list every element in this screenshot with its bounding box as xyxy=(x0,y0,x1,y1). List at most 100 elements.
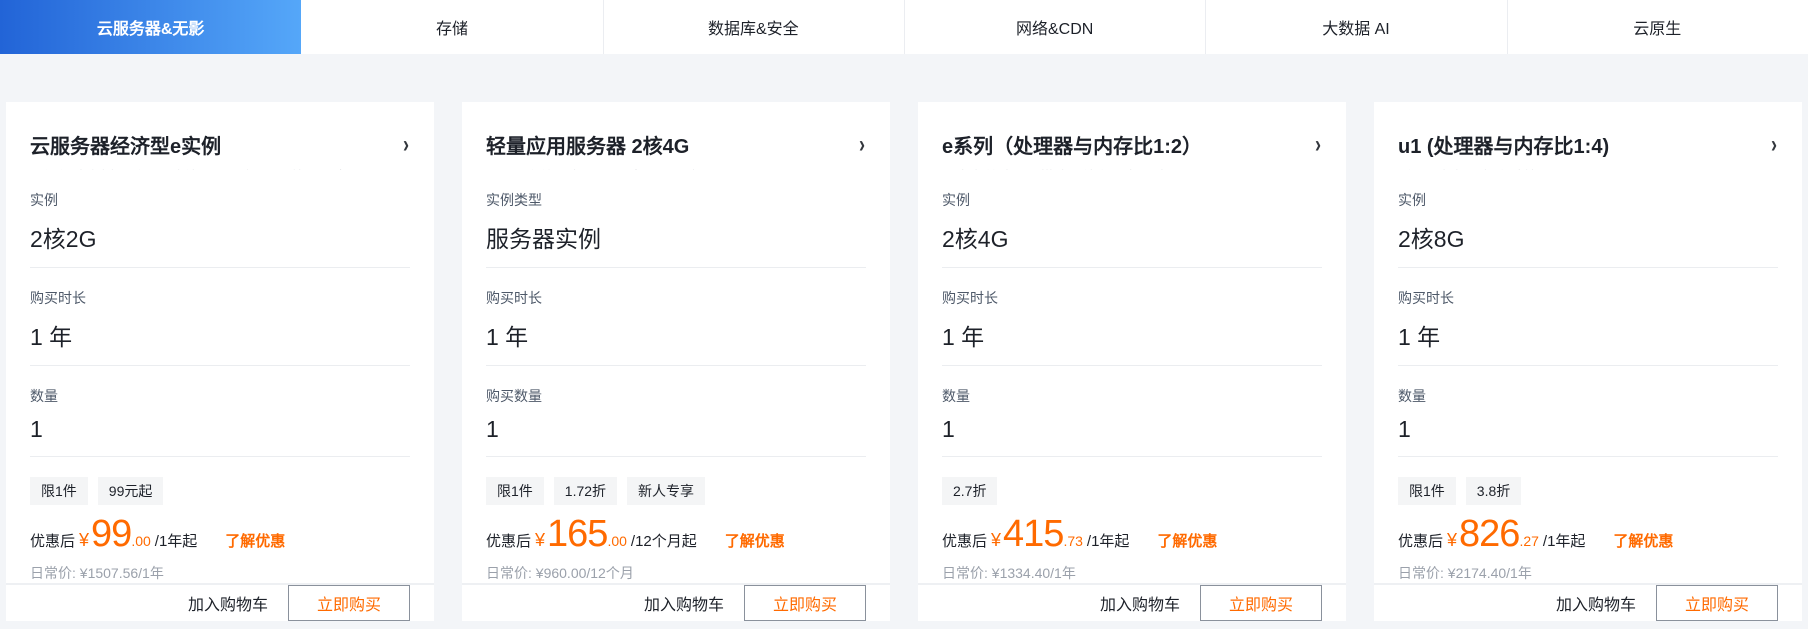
spec-label: 实例 xyxy=(942,192,970,208)
spec-label: 购买时长 xyxy=(30,290,86,306)
promo-details-link[interactable]: 了解优惠 xyxy=(725,530,785,551)
price-unit: /1年起 xyxy=(154,533,198,550)
spec-field-instance: 实例 2核8G xyxy=(1398,170,1778,268)
spec-value: 1 xyxy=(486,416,499,442)
spec-label: 购买时长 xyxy=(1398,290,1454,306)
spec-value: 1 xyxy=(1398,416,1411,442)
price-integer: 415 xyxy=(1003,513,1064,555)
buy-now-button[interactable]: 立即购买 xyxy=(288,585,410,621)
card-header[interactable]: 轻量应用服务器 2核4G › xyxy=(486,130,866,159)
product-card-list: 云服务器经济型e实例 › 入门优选实例，适用于建站，小程序，app等通用应用场景… xyxy=(0,102,1808,621)
card-footer: 加入购物车 立即购买 xyxy=(6,583,434,621)
spec-field-duration: 购买时长 1 年 xyxy=(30,268,410,366)
spec-value: 1 年 xyxy=(1398,324,1441,350)
promo-details-link[interactable]: 了解优惠 xyxy=(225,530,285,551)
tab-network-cdn[interactable]: 网络&CDN xyxy=(903,0,1206,54)
promo-section: 限1件 99元起 优惠后 ¥ 99 .00 /1年起 了解优惠 日常价: ¥15… xyxy=(30,477,410,583)
price-unit: /1年起 xyxy=(1542,533,1586,550)
card-header[interactable]: e系列（处理器与内存比1:2） › xyxy=(942,130,1322,159)
tab-cloud-server-wuying[interactable]: 云服务器&无影 xyxy=(0,0,302,54)
promo-badge: 限1件 xyxy=(30,477,88,505)
spec-value: 1 年 xyxy=(486,324,529,350)
card-title: u1 (处理器与内存比1:4) xyxy=(1398,136,1610,158)
card-title: e系列（处理器与内存比1:2） xyxy=(942,136,1203,158)
promo-badge: 99元起 xyxy=(97,477,164,505)
spec-label: 数量 xyxy=(942,388,970,404)
price-prefix: 优惠后 xyxy=(30,533,76,550)
chevron-right-icon[interactable]: › xyxy=(1771,132,1777,156)
add-to-cart-button[interactable]: 加入购物车 xyxy=(1556,591,1636,615)
price-row: 优惠后 ¥ 415 .73 /1年起 了解优惠 xyxy=(942,515,1322,553)
currency-symbol: ¥ xyxy=(79,530,90,550)
badge-row: 限1件 3.8折 xyxy=(1398,477,1778,505)
buy-now-button[interactable]: 立即购买 xyxy=(1656,585,1778,621)
chevron-right-icon[interactable]: › xyxy=(859,132,865,156)
daily-price: 日常价: ¥1507.56/1年 xyxy=(30,565,164,581)
buy-now-button[interactable]: 立即购买 xyxy=(744,585,866,621)
product-card-ecs-economy-e: 云服务器经济型e实例 › 入门优选实例，适用于建站，小程序，app等通用应用场景… xyxy=(6,102,434,621)
card-title: 云服务器经济型e实例 xyxy=(30,136,222,158)
chevron-right-icon[interactable]: › xyxy=(403,132,409,156)
spec-field-instance: 实例 2核2G xyxy=(30,170,410,268)
promo-section: 2.7折 优惠后 ¥ 415 .73 /1年起 了解优惠 日常价: ¥1334.… xyxy=(942,477,1322,583)
card-header[interactable]: u1 (处理器与内存比1:4) › xyxy=(1398,130,1778,159)
currency-symbol: ¥ xyxy=(1447,530,1458,550)
tab-cloud-native[interactable]: 云原生 xyxy=(1506,0,1808,54)
spec-field-instance: 实例 2核4G xyxy=(942,170,1322,268)
price-row: 优惠后 ¥ 826 .27 /1年起 了解优惠 xyxy=(1398,515,1778,553)
product-card-e-series: e系列（处理器与内存比1:2） › 开发者首选！可搭建网站和开发测试 实例 2核… xyxy=(918,102,1346,621)
price-integer: 826 xyxy=(1459,513,1520,555)
price-prefix: 优惠后 xyxy=(486,533,532,550)
promo-badge: 3.8折 xyxy=(1465,477,1522,505)
badge-row: 限1件 99元起 xyxy=(30,477,410,505)
spec-value: 服务器实例 xyxy=(486,226,601,252)
spec-label: 购买时长 xyxy=(486,290,542,306)
add-to-cart-button[interactable]: 加入购物车 xyxy=(1100,591,1180,615)
spec-value: 1 年 xyxy=(942,324,985,350)
promo-details-link[interactable]: 了解优惠 xyxy=(1157,530,1217,551)
card-header[interactable]: 云服务器经济型e实例 › xyxy=(30,130,410,159)
price-row: 优惠后 ¥ 99 .00 /1年起 了解优惠 xyxy=(30,515,410,553)
price-integer: 99 xyxy=(91,513,132,555)
card-footer: 加入购物车 立即购买 xyxy=(462,583,890,621)
product-card-u1: u1 (处理器与内存比1:4) › 适用于数据分析和计算 实例 2核8G 购买时… xyxy=(1374,102,1802,621)
add-to-cart-button[interactable]: 加入购物车 xyxy=(644,591,724,615)
tab-database-security[interactable]: 数据库&安全 xyxy=(602,0,904,54)
currency-symbol: ¥ xyxy=(991,530,1002,550)
badge-row: 2.7折 xyxy=(942,477,1322,505)
tab-storage[interactable]: 存储 xyxy=(301,0,603,54)
currency-symbol: ¥ xyxy=(535,530,546,550)
spec-value: 2核2G xyxy=(30,226,97,252)
spec-field-instance-type: 实例类型 服务器实例 xyxy=(486,170,866,268)
add-to-cart-button[interactable]: 加入购物车 xyxy=(188,591,268,615)
spec-value: 1 年 xyxy=(30,324,73,350)
spec-label: 实例类型 xyxy=(486,192,542,208)
price-decimal: .73 xyxy=(1063,533,1083,549)
price-integer: 165 xyxy=(547,513,608,555)
price-decimal: .00 xyxy=(607,533,627,549)
daily-price: 日常价: ¥2174.40/1年 xyxy=(1398,565,1532,581)
promo-details-link[interactable]: 了解优惠 xyxy=(1613,530,1673,551)
spec-value: 1 xyxy=(942,416,955,442)
spec-value: 2核8G xyxy=(1398,226,1465,252)
spec-label: 实例 xyxy=(30,192,58,208)
spec-field-quantity: 购买数量 1 xyxy=(486,366,866,457)
buy-now-button[interactable]: 立即购买 xyxy=(1200,585,1322,621)
promo-section: 限1件 3.8折 优惠后 ¥ 826 .27 /1年起 了解优惠 日常价: ¥2… xyxy=(1398,477,1778,583)
tab-bar: 云服务器&无影 存储 数据库&安全 网络&CDN 大数据 AI 云原生 xyxy=(0,0,1808,54)
spec-label: 购买时长 xyxy=(942,290,998,306)
card-title: 轻量应用服务器 2核4G xyxy=(486,136,690,158)
spec-label: 数量 xyxy=(30,388,58,404)
daily-price: 日常价: ¥960.00/12个月 xyxy=(486,565,634,581)
price-decimal: .27 xyxy=(1519,533,1539,549)
price-decimal: .00 xyxy=(131,533,151,549)
spec-label: 数量 xyxy=(1398,388,1426,404)
tab-bigdata-ai[interactable]: 大数据 AI xyxy=(1205,0,1507,54)
badge-row: 限1件 1.72折 新人专享 xyxy=(486,477,866,505)
spec-field-quantity: 数量 1 xyxy=(942,366,1322,457)
spec-value: 2核4G xyxy=(942,226,1009,252)
chevron-right-icon[interactable]: › xyxy=(1315,132,1321,156)
price-prefix: 优惠后 xyxy=(942,533,988,550)
card-footer: 加入购物车 立即购买 xyxy=(918,583,1346,621)
card-footer: 加入购物车 立即购买 xyxy=(1374,583,1802,621)
